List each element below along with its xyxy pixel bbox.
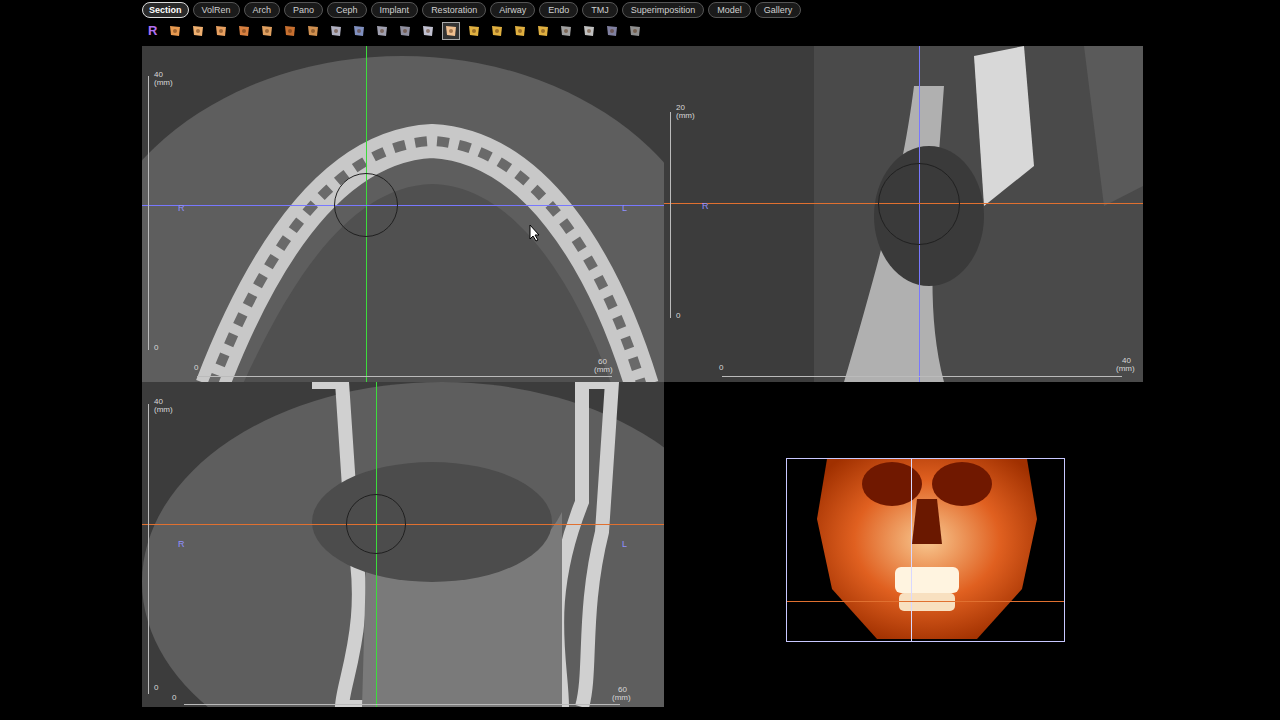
ruler-label: 0 (154, 344, 158, 352)
orientation-label: R (702, 202, 709, 211)
ruler-label: 0 (172, 694, 176, 702)
orientation-label: L (622, 540, 627, 549)
mode-tab[interactable]: Arch (244, 2, 281, 18)
scan-image (664, 46, 1143, 382)
ruler-label: 60 (598, 358, 607, 366)
cursor-icon (529, 224, 541, 242)
tool-icon[interactable] (281, 22, 299, 40)
crosshair-vertical[interactable] (911, 459, 912, 641)
mode-tab[interactable]: VolRen (193, 2, 240, 18)
sagittal-view[interactable]: 20(mm)0040(mm)R (664, 46, 1143, 382)
coronal-view[interactable]: 40(mm)0060(mm)RL (142, 382, 664, 707)
tool-icon[interactable] (166, 22, 184, 40)
crosshair-horizontal[interactable] (142, 524, 664, 525)
mode-tabs: SectionVolRenArchPanoCephImplantRestorat… (0, 0, 1280, 18)
tool-icon[interactable] (373, 22, 391, 40)
crosshair-horizontal[interactable] (142, 205, 664, 206)
ruler-label: 0 (154, 684, 158, 692)
ruler-label: 0 (719, 364, 723, 372)
tool-icon[interactable] (465, 22, 483, 40)
mode-tab[interactable]: Model (708, 2, 751, 18)
ruler-label: (mm) (154, 79, 173, 87)
volume-render-view[interactable] (786, 458, 1065, 642)
orientation-label: R (178, 204, 185, 213)
mode-tab[interactable]: Gallery (755, 2, 802, 18)
render-cell (664, 382, 1143, 707)
tool-icon[interactable] (534, 22, 552, 40)
tool-icon[interactable] (212, 22, 230, 40)
ruler-label: 0 (194, 364, 198, 372)
vertical-ruler (148, 404, 152, 694)
tool-icon[interactable] (603, 22, 621, 40)
tool-icon[interactable] (580, 22, 598, 40)
tool-icon[interactable] (304, 22, 322, 40)
vertical-ruler (670, 112, 674, 318)
ruler-label: 40 (154, 398, 163, 406)
crosshair-horizontal[interactable] (787, 601, 1064, 602)
scan-image (142, 382, 664, 707)
tool-icon[interactable] (419, 22, 437, 40)
skull-render (787, 459, 1064, 641)
tool-icon[interactable] (626, 22, 644, 40)
ruler-label: 40 (1122, 357, 1131, 365)
horizontal-ruler (197, 376, 612, 380)
crosshair-vertical[interactable] (376, 382, 377, 707)
ruler-label: (mm) (594, 366, 613, 374)
mode-tab[interactable]: Pano (284, 2, 323, 18)
toolbar: R (0, 18, 1280, 44)
ruler-label: (mm) (154, 406, 173, 414)
mode-tab[interactable]: TMJ (582, 2, 618, 18)
reset-button[interactable]: R (148, 21, 161, 41)
tool-icon[interactable] (557, 22, 575, 40)
tool-icon[interactable] (488, 22, 506, 40)
tool-icon[interactable] (235, 22, 253, 40)
focus-circle[interactable] (334, 173, 398, 237)
ruler-label: 0 (676, 312, 680, 320)
ruler-label: 60 (618, 686, 627, 694)
horizontal-ruler (722, 376, 1122, 380)
ruler-label: (mm) (1116, 365, 1135, 373)
tool-icon[interactable] (189, 22, 207, 40)
view-grid: 40(mm)0060(mm)RL20(mm)0040(mm)R40(mm)006… (142, 46, 1280, 707)
vertical-ruler (148, 76, 152, 350)
orientation-label: R (178, 540, 185, 549)
orientation-label: L (622, 204, 627, 213)
mode-tab[interactable]: Airway (490, 2, 535, 18)
mode-tab[interactable]: Ceph (327, 2, 367, 18)
ruler-label: 40 (154, 71, 163, 79)
tool-icon[interactable] (442, 22, 460, 40)
axial-view[interactable]: 40(mm)0060(mm)RL (142, 46, 664, 382)
crosshair-vertical[interactable] (366, 46, 367, 382)
tool-icon[interactable] (258, 22, 276, 40)
tool-icon[interactable] (396, 22, 414, 40)
tool-icon[interactable] (511, 22, 529, 40)
horizontal-ruler (184, 704, 620, 707)
crosshair-vertical[interactable] (919, 46, 920, 382)
crosshair-horizontal[interactable] (664, 203, 1143, 204)
ruler-label: (mm) (612, 694, 631, 702)
ruler-label: (mm) (676, 112, 695, 120)
scan-image (142, 46, 664, 382)
mode-tab[interactable]: Restoration (422, 2, 486, 18)
focus-circle[interactable] (878, 163, 960, 245)
mode-tab[interactable]: Endo (539, 2, 578, 18)
mode-tab[interactable]: Superimposition (622, 2, 705, 18)
tool-icon[interactable] (327, 22, 345, 40)
mode-tab[interactable]: Implant (371, 2, 419, 18)
ruler-label: 20 (676, 104, 685, 112)
mode-tab[interactable]: Section (142, 2, 189, 18)
tool-icon[interactable] (350, 22, 368, 40)
focus-circle[interactable] (346, 494, 406, 554)
